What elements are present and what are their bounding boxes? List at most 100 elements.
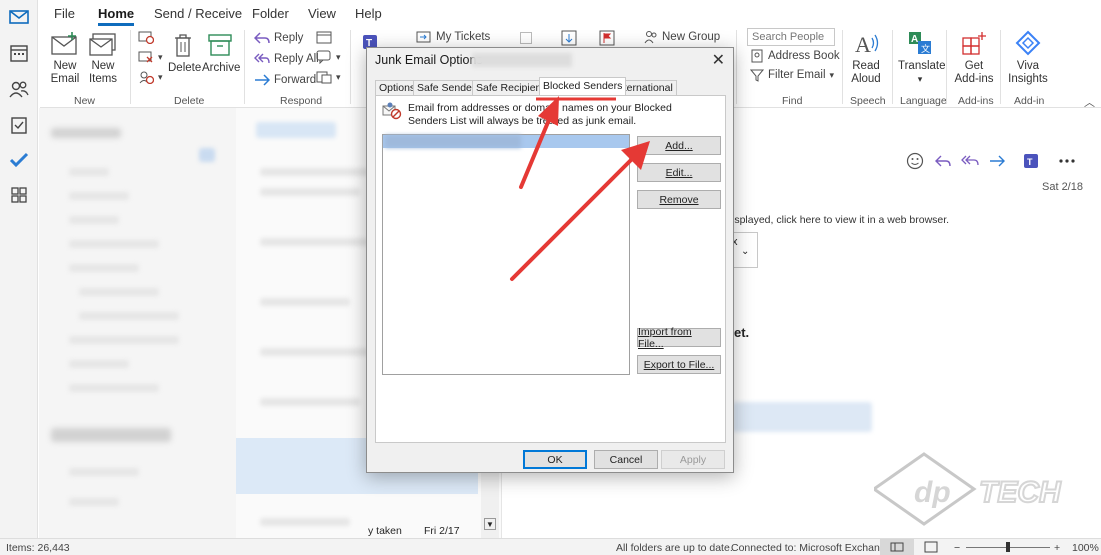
new-items-icon [89, 33, 116, 56]
list-item[interactable] [260, 398, 360, 406]
zoom-slider[interactable] [966, 542, 1050, 552]
reply-all-icon[interactable] [957, 148, 983, 174]
address-book-label: Address Book [768, 50, 840, 62]
edit-button[interactable]: Edit... [637, 163, 721, 182]
viva-insights-button[interactable]: Viva Insights [1006, 30, 1050, 86]
folder-item[interactable] [69, 192, 129, 200]
zoom-slider-thumb[interactable] [1006, 542, 1010, 552]
add-button[interactable]: Add... [637, 136, 721, 155]
meeting-button[interactable] [316, 30, 332, 44]
list-item[interactable] [260, 238, 370, 246]
apps-icon[interactable] [8, 184, 30, 206]
translate-button[interactable]: A文 Translate ▾ [898, 30, 946, 86]
mail-icon[interactable] [8, 6, 30, 28]
apply-button[interactable]: Apply [661, 450, 725, 469]
new-items-button[interactable]: New Items [86, 32, 120, 86]
read-aloud-button[interactable]: A Read Aloud [848, 30, 884, 86]
delete-button[interactable]: Delete [168, 32, 201, 75]
tab-home[interactable]: Home [98, 6, 135, 26]
list-item[interactable] [260, 298, 350, 306]
connection-status: Connected to: Microsoft Exchange [731, 542, 892, 554]
export-to-file-button[interactable]: Export to File... [637, 355, 721, 374]
folder-item[interactable] [69, 216, 119, 224]
folder-item[interactable] [69, 336, 179, 344]
folder-item[interactable] [69, 360, 129, 368]
normal-view-icon[interactable] [880, 539, 914, 555]
filter-email-button[interactable]: Filter Email ▾ [750, 68, 834, 82]
group-label-delete: Delete [174, 95, 205, 107]
calendar-icon[interactable] [8, 42, 30, 64]
blocked-senders-list[interactable] [382, 134, 630, 375]
more-options-icon[interactable] [1054, 148, 1080, 174]
new-email-button[interactable]: New Email [50, 32, 80, 86]
zoom-level[interactable]: 100% [1072, 542, 1099, 554]
folder-item[interactable] [51, 428, 171, 442]
tasks-icon[interactable] [8, 114, 30, 136]
list-item[interactable] [260, 518, 350, 526]
folder-item[interactable] [69, 240, 159, 248]
more-respond-button[interactable]: ▾ [316, 70, 341, 84]
list-item[interactable] [260, 168, 380, 176]
people-icon[interactable] [8, 78, 30, 100]
im-button[interactable]: ▾ [316, 50, 341, 64]
tab-blocked-senders[interactable]: Blocked Senders [539, 77, 627, 95]
group-divider [350, 30, 351, 104]
viva-insights-label: Viva Insights [1008, 60, 1048, 85]
remove-button-label: Remove [659, 193, 699, 206]
remove-button[interactable]: Remove [637, 190, 721, 209]
junk-button[interactable]: ▾ [138, 70, 163, 84]
reply-all-button[interactable]: Reply All [254, 53, 319, 65]
reading-view-icon[interactable] [924, 541, 938, 553]
address-book-button[interactable]: Address Book [750, 49, 840, 63]
forward-button[interactable]: Forward [254, 74, 316, 86]
message-body-link[interactable] [732, 402, 872, 432]
tab-help[interactable]: Help [355, 6, 382, 21]
svg-text:TECH: TECH [979, 476, 1062, 509]
ok-button[interactable]: OK [523, 450, 587, 469]
cancel-button-label: Cancel [609, 453, 643, 466]
search-people-input[interactable]: Search People [747, 28, 835, 46]
reply-icon[interactable] [930, 148, 956, 174]
folder-item[interactable] [199, 148, 215, 162]
move-button[interactable] [560, 29, 578, 47]
tags-button[interactable] [598, 29, 616, 47]
reply-button[interactable]: Reply [254, 32, 303, 44]
folder-item[interactable] [69, 468, 139, 476]
folder-item[interactable] [69, 384, 159, 392]
quick-steps-scroll[interactable] [520, 32, 532, 44]
watermark-logo: dp TECH [874, 452, 1063, 526]
todo-check-icon[interactable] [8, 149, 30, 171]
group-divider [1000, 30, 1001, 104]
ignore-button[interactable] [138, 30, 154, 44]
quick-steps-my-tickets[interactable]: My Tickets [416, 30, 490, 44]
teams-icon[interactable]: T [1018, 148, 1044, 174]
folder-item[interactable] [79, 312, 179, 320]
folder-item[interactable] [79, 288, 159, 296]
tab-folder[interactable]: Folder [252, 6, 289, 21]
close-icon[interactable]: ✕ [712, 50, 725, 70]
move-icon [561, 30, 577, 46]
folder-item[interactable] [69, 498, 119, 506]
clean-up-button[interactable]: ▾ [138, 50, 163, 64]
archive-button[interactable]: Archive [202, 32, 240, 75]
tab-send-receive[interactable]: Send / Receive [154, 6, 242, 21]
folder-item[interactable] [69, 168, 109, 176]
forward-icon[interactable] [984, 148, 1010, 174]
scroll-down-icon[interactable]: ▼ [484, 518, 496, 530]
get-addins-button[interactable]: Get Add-ins [954, 30, 994, 86]
tab-file[interactable]: File [54, 6, 75, 21]
infobar-text[interactable]: isplayed, click here to view it in a web… [732, 214, 949, 226]
zoom-out-icon[interactable]: − [954, 542, 960, 554]
list-item[interactable] [260, 348, 380, 356]
cancel-button[interactable]: Cancel [594, 450, 658, 469]
tab-view[interactable]: View [308, 6, 336, 21]
list-item[interactable] [260, 188, 360, 196]
new-group-button[interactable]: New Group [644, 30, 720, 44]
zoom-in-icon[interactable]: + [1054, 542, 1060, 554]
folder-item[interactable] [69, 264, 139, 272]
import-from-file-button[interactable]: Import from File... [637, 326, 721, 350]
message-list-header[interactable] [256, 122, 336, 138]
address-book-icon [751, 49, 763, 63]
folder-item[interactable] [51, 128, 121, 138]
emoji-reaction-icon[interactable] [902, 148, 928, 174]
